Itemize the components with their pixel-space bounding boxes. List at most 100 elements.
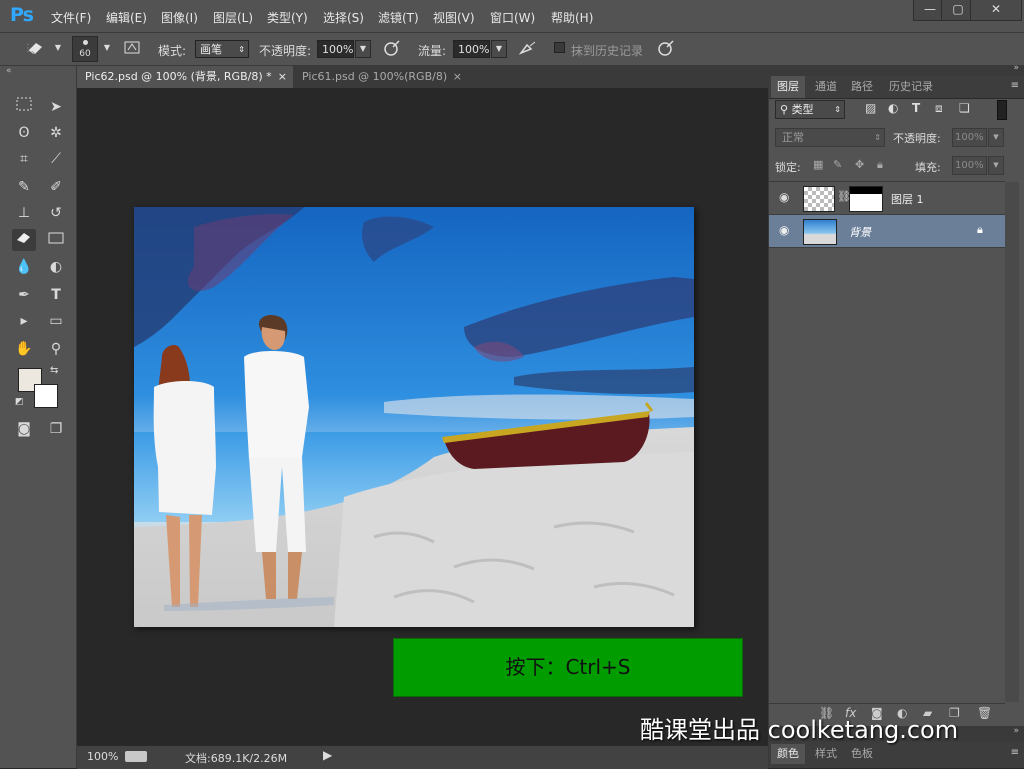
- chevron-down-icon[interactable]: ▼: [99, 40, 115, 58]
- menu-type[interactable]: 类型(Y): [267, 9, 308, 26]
- menu-select[interactable]: 选择(S): [323, 9, 364, 26]
- layers-scrollbar[interactable]: [1005, 182, 1019, 702]
- clone-stamp-icon[interactable]: ⊥: [12, 202, 36, 224]
- document-image[interactable]: [134, 207, 694, 627]
- lock-pixels-icon[interactable]: ✎: [833, 158, 842, 171]
- menu-window[interactable]: 窗口(W): [490, 9, 535, 26]
- filter-toggle-switch[interactable]: [997, 100, 1007, 120]
- filter-shape-icon[interactable]: ⧈: [935, 101, 943, 116]
- status-menu-arrow-icon[interactable]: ▶: [323, 748, 332, 762]
- path-selection-icon[interactable]: ▸: [12, 310, 36, 332]
- tab-history[interactable]: 历史记录: [883, 76, 939, 98]
- tab-color[interactable]: 颜色: [771, 744, 805, 764]
- menu-image[interactable]: 图像(I): [161, 9, 198, 26]
- close-button[interactable]: ✕: [970, 0, 1022, 21]
- brush-panel-icon[interactable]: [122, 40, 142, 58]
- gradient-tool-icon[interactable]: [44, 229, 68, 251]
- status-toggle-icon[interactable]: [125, 751, 147, 762]
- lock-transparent-icon[interactable]: ▦: [813, 158, 823, 171]
- opacity-dropdown[interactable]: ▼: [988, 128, 1004, 147]
- quick-mask-icon[interactable]: ◙: [12, 418, 36, 440]
- filter-type-icon[interactable]: T: [912, 101, 920, 115]
- crop-tool-icon[interactable]: ⌗: [12, 148, 36, 170]
- tab-layers[interactable]: 图层: [771, 76, 805, 98]
- menu-layer[interactable]: 图层(L): [213, 9, 253, 26]
- dodge-tool-icon[interactable]: ◐: [44, 256, 68, 278]
- visibility-eye-icon[interactable]: ◉: [779, 190, 789, 204]
- magic-wand-icon[interactable]: ✲: [44, 122, 68, 144]
- brush-preset-picker[interactable]: 60: [72, 36, 98, 62]
- tab-channels[interactable]: 通道: [809, 76, 843, 98]
- type-tool-icon[interactable]: T: [44, 284, 68, 306]
- visibility-eye-icon[interactable]: ◉: [779, 223, 789, 237]
- tab-paths[interactable]: 路径: [845, 76, 879, 98]
- hand-tool-icon[interactable]: ✋: [12, 338, 36, 360]
- lock-position-icon[interactable]: ✥: [855, 158, 864, 171]
- opacity-dropdown[interactable]: ▼: [355, 40, 371, 58]
- pressure-size-icon[interactable]: [656, 40, 676, 58]
- tab-pic61[interactable]: Pic61.psd @ 100%(RGB/8) ×: [294, 66, 468, 88]
- flow-dropdown[interactable]: ▼: [491, 40, 507, 58]
- mode-select[interactable]: 画笔 ⇕: [195, 40, 249, 58]
- eraser-tool-preset-icon[interactable]: [26, 40, 46, 58]
- rectangle-tool-icon[interactable]: ▭: [44, 310, 68, 332]
- filter-image-icon[interactable]: ▨: [865, 101, 876, 115]
- default-colors-icon[interactable]: ◩: [15, 397, 24, 407]
- layer-name[interactable]: 背景: [849, 224, 871, 240]
- photoshop-logo: Ps: [10, 4, 34, 26]
- eyedropper-icon[interactable]: ⟋: [44, 148, 68, 170]
- eraser-tool-icon[interactable]: [12, 229, 36, 251]
- history-brush-icon[interactable]: ↺: [44, 202, 68, 224]
- airbrush-icon[interactable]: [518, 40, 538, 58]
- menu-help[interactable]: 帮助(H): [551, 9, 593, 26]
- screen-mode-icon[interactable]: ❐: [44, 418, 68, 440]
- menu-view[interactable]: 视图(V): [433, 9, 475, 26]
- swap-colors-icon[interactable]: ⇆: [50, 365, 58, 376]
- flow-input[interactable]: 100%: [453, 40, 490, 58]
- status-bar: 100% 文档:689.1K/2.26M ▶: [77, 745, 768, 769]
- menu-file[interactable]: 文件(F): [51, 9, 91, 26]
- collapse-icon[interactable]: »: [1013, 726, 1019, 736]
- layer-mask-thumbnail[interactable]: [849, 186, 883, 212]
- tab-swatches[interactable]: 色板: [845, 744, 879, 764]
- panel-menu-icon[interactable]: ≡: [1011, 747, 1019, 758]
- zoom-level[interactable]: 100%: [87, 750, 118, 763]
- lock-all-icon[interactable]: 🔒︎: [877, 158, 883, 172]
- chevron-down-icon[interactable]: ▼: [50, 40, 66, 58]
- brush-tool-icon[interactable]: ✐: [44, 176, 68, 198]
- menu-edit[interactable]: 编辑(E): [106, 9, 147, 26]
- close-tab-icon[interactable]: ×: [278, 66, 287, 88]
- fill-input[interactable]: 100%: [952, 156, 987, 175]
- fill-dropdown[interactable]: ▼: [988, 156, 1004, 175]
- zoom-tool-icon[interactable]: ⚲: [44, 338, 68, 360]
- toolbox: « ➤ ʘ ✲ ⌗ ⟋ ✎ ✐ ⊥ ↺ 💧 ◐ ✒ T ▸ ▭ ✋ ⚲ ⇆ ◩ …: [0, 66, 77, 768]
- panel-menu-icon[interactable]: ≡: [1011, 80, 1019, 91]
- menu-filter[interactable]: 滤镜(T): [378, 9, 419, 26]
- blend-mode-select[interactable]: 正常 ⇕: [775, 128, 885, 147]
- erase-history-checkbox[interactable]: [554, 42, 565, 53]
- marquee-tool-icon[interactable]: [12, 96, 36, 118]
- updown-icon: ⇕: [874, 133, 881, 142]
- layer-name[interactable]: 图层 1: [891, 191, 924, 207]
- fill-label: 填充:: [915, 161, 941, 174]
- filter-kind-select[interactable]: ⚲ 类型 ⇕: [775, 100, 845, 119]
- blur-tool-icon[interactable]: 💧: [12, 256, 36, 278]
- pen-tool-icon[interactable]: ✒: [12, 284, 36, 306]
- healing-brush-icon[interactable]: ✎: [12, 176, 36, 198]
- filter-adjustment-icon[interactable]: ◐: [888, 101, 898, 115]
- filter-smart-object-icon[interactable]: ❏: [959, 101, 970, 115]
- collapse-icon[interactable]: »: [1013, 63, 1019, 73]
- layer-opacity-input[interactable]: 100%: [952, 128, 987, 147]
- lasso-tool-icon[interactable]: ʘ: [12, 122, 36, 144]
- move-tool-icon[interactable]: ➤: [44, 96, 68, 118]
- pressure-opacity-icon[interactable]: [382, 40, 402, 58]
- tab-pic62[interactable]: Pic62.psd @ 100% (背景, RGB/8) * ×: [77, 66, 293, 88]
- collapse-icon[interactable]: «: [6, 66, 12, 76]
- background-color-swatch[interactable]: [34, 384, 58, 408]
- tab-styles[interactable]: 样式: [809, 744, 843, 764]
- trash-icon[interactable]: 🗑︎: [977, 706, 992, 720]
- opacity-input[interactable]: 100%: [317, 40, 354, 58]
- layer-row-1[interactable]: ◉ ⛓ 图层 1: [769, 182, 1005, 215]
- close-tab-icon[interactable]: ×: [453, 66, 462, 88]
- layer-row-background[interactable]: ◉ 背景 🔒︎: [769, 215, 1005, 248]
